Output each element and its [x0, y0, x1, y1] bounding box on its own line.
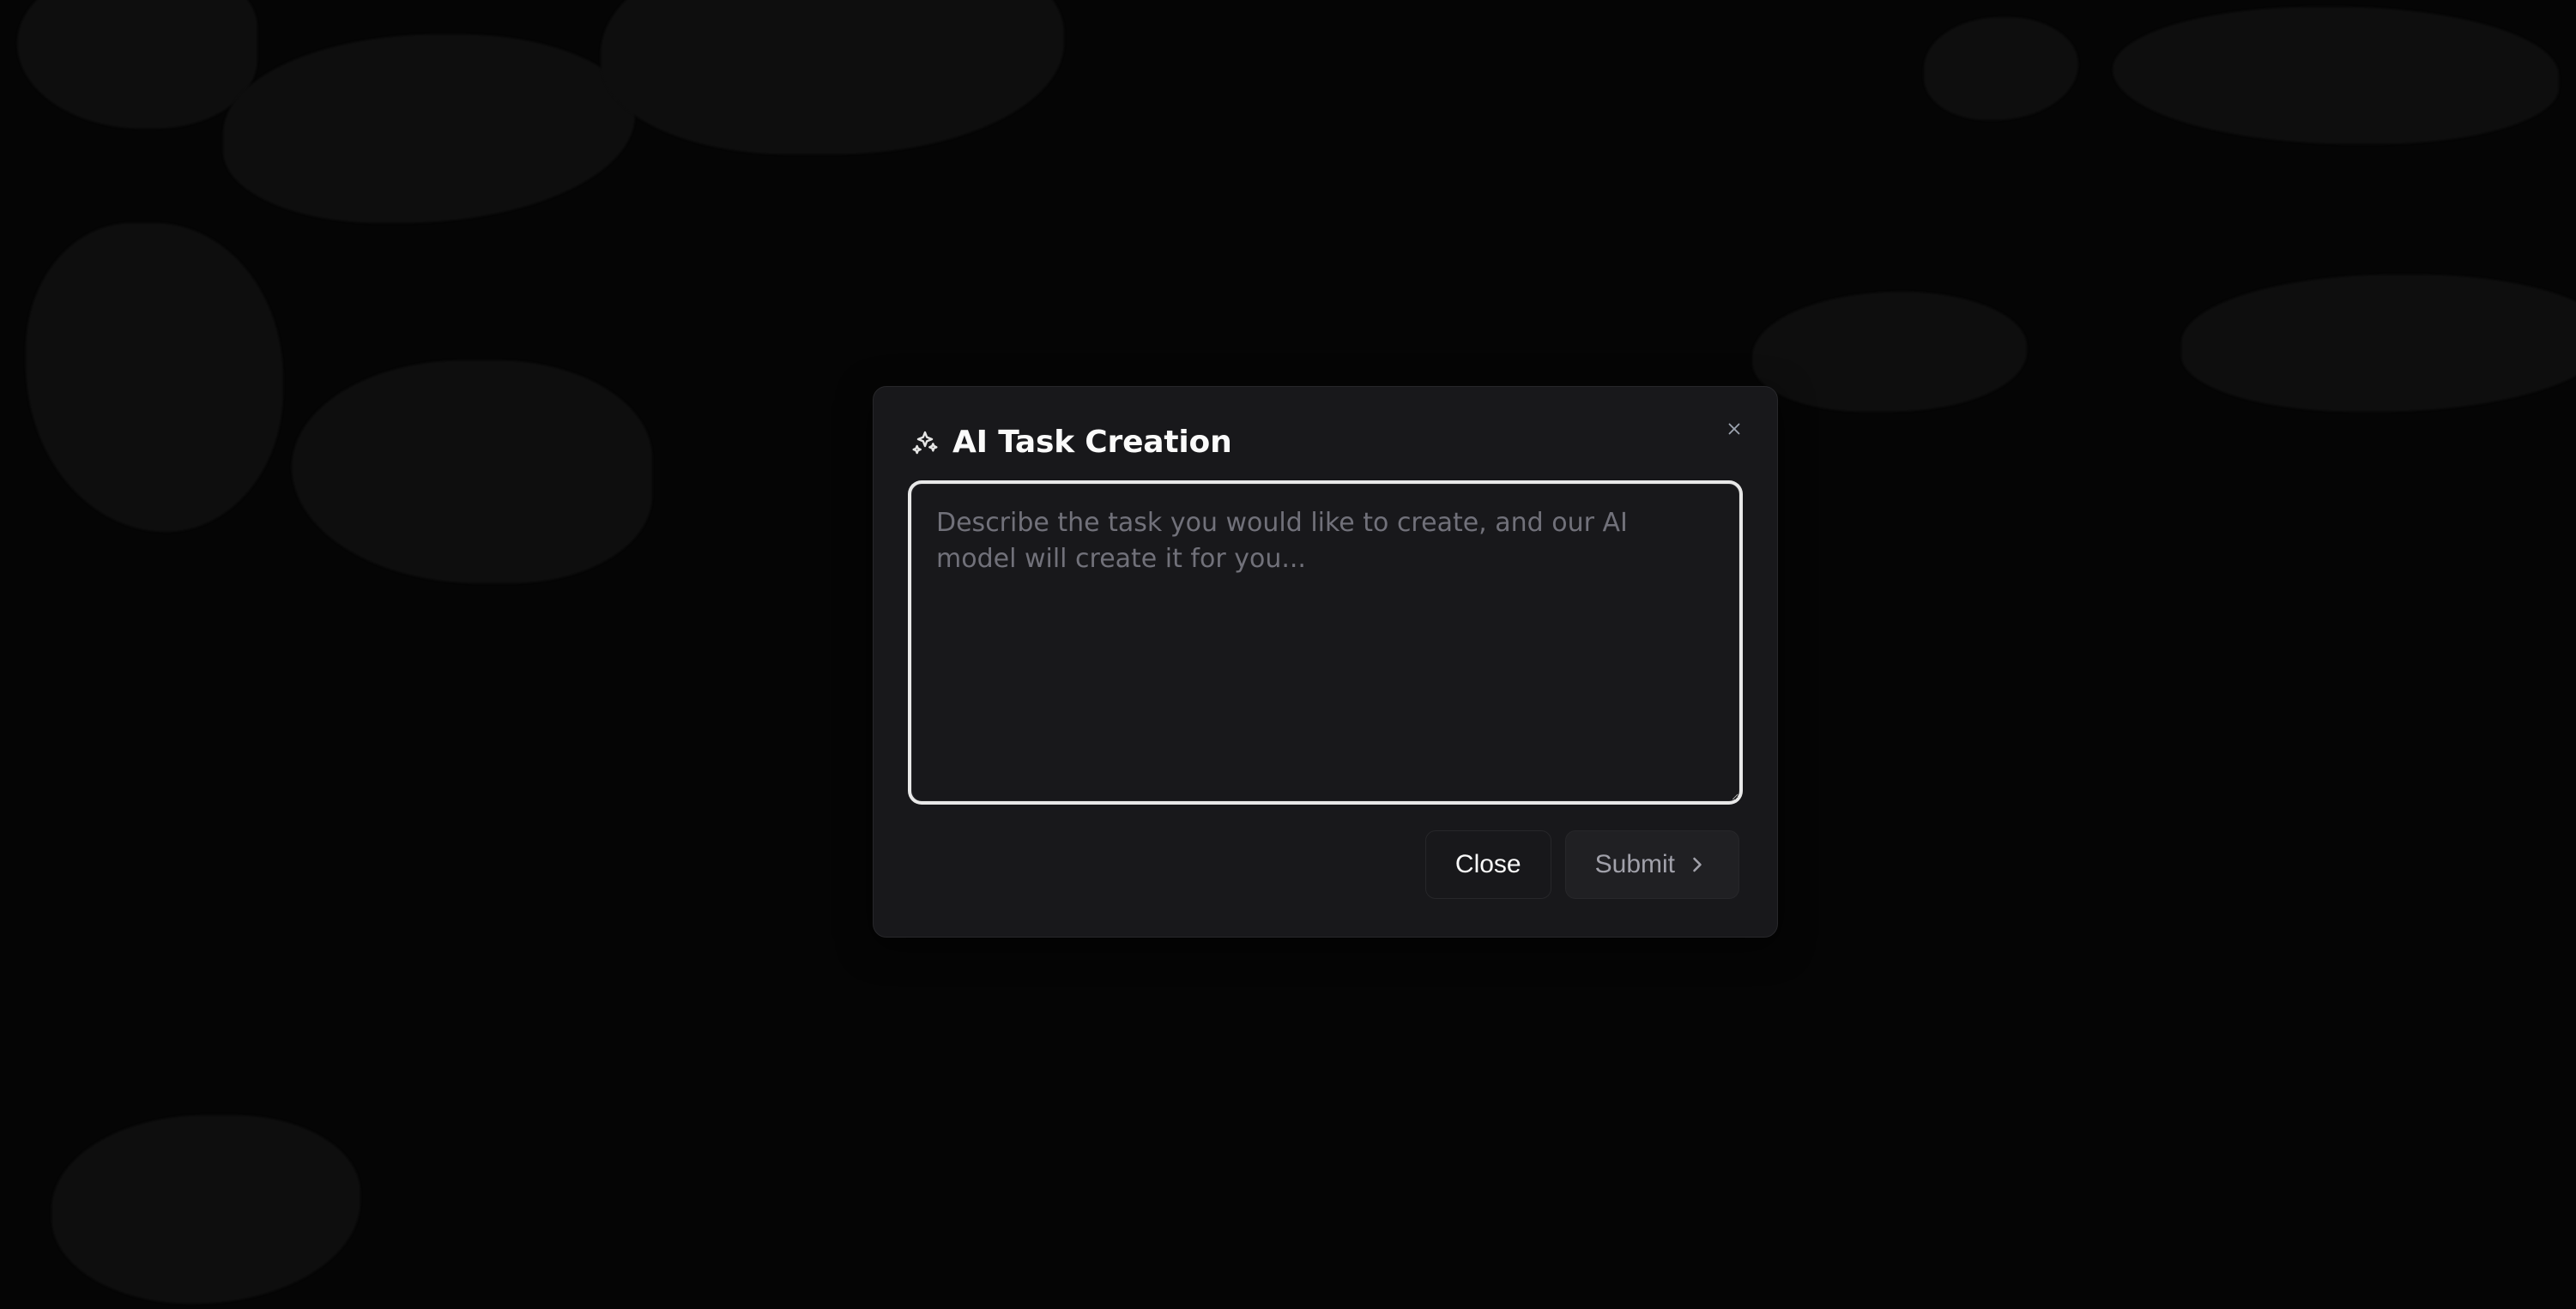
submit-button[interactable]: Submit	[1565, 830, 1739, 899]
task-description-input[interactable]	[911, 484, 1739, 801]
task-description-field	[911, 484, 1739, 805]
chevron-right-icon	[1685, 853, 1709, 877]
modal-footer: Close Submit	[911, 830, 1739, 899]
sparkles-icon	[911, 429, 939, 456]
close-icon-button[interactable]	[1717, 413, 1751, 447]
close-button[interactable]: Close	[1425, 830, 1551, 899]
modal-header: AI Task Creation	[911, 425, 1739, 460]
modal-title: AI Task Creation	[952, 425, 1232, 460]
close-button-label: Close	[1455, 850, 1521, 879]
ai-task-creation-modal: AI Task Creation Close Submit	[873, 386, 1778, 938]
modal-overlay[interactable]: AI Task Creation Close Submit	[0, 0, 2576, 1309]
x-icon	[1725, 419, 1744, 441]
submit-button-label: Submit	[1595, 850, 1675, 879]
